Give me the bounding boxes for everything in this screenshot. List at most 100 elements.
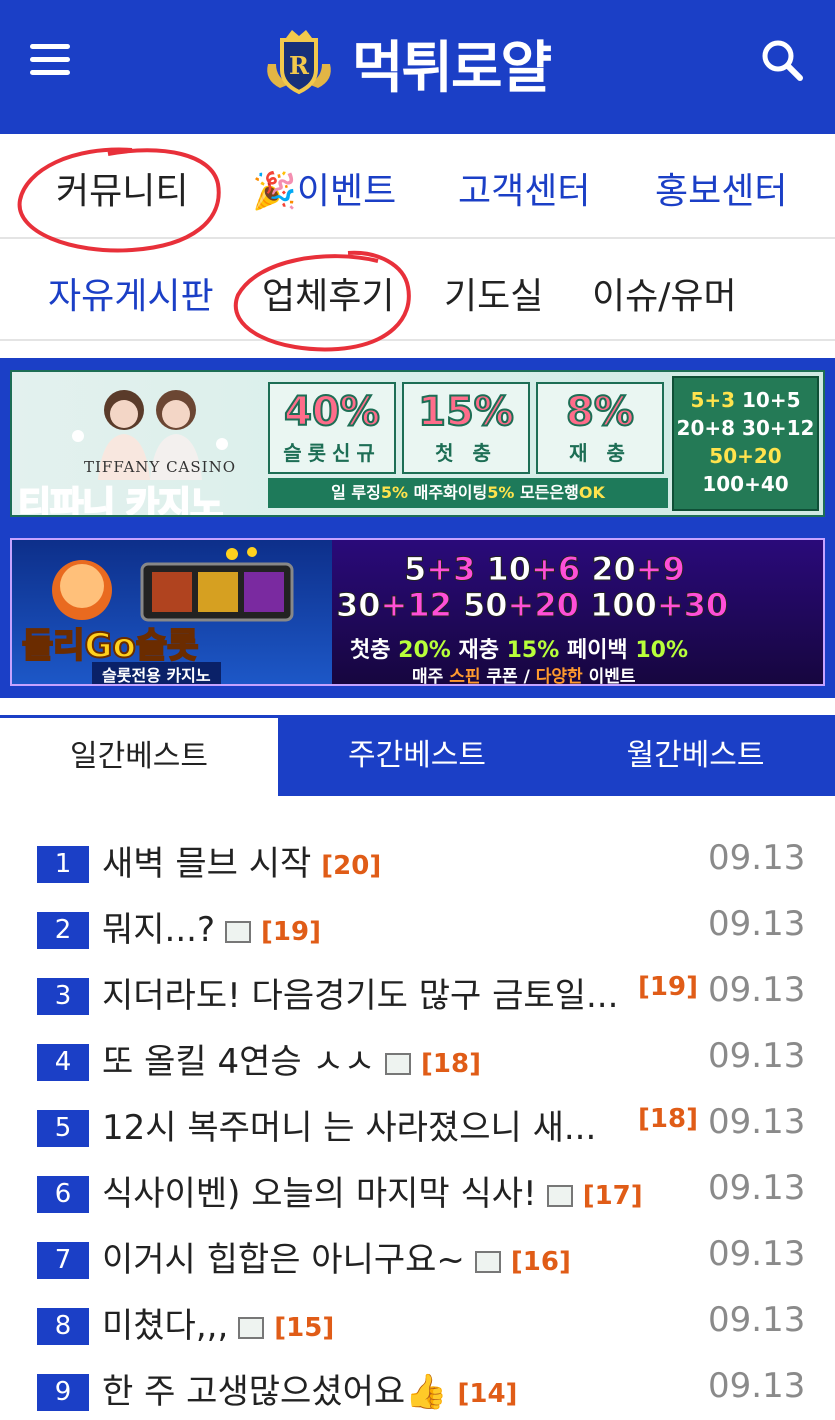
bonus-value: 20+9: [591, 550, 686, 589]
list-item[interactable]: 8 미쳤다,,, [15] 09.13: [0, 1288, 835, 1354]
post-date: 09.13: [708, 1300, 806, 1340]
post-date: 09.13: [708, 904, 806, 944]
bonus-extra: +9: [635, 550, 685, 589]
rank-badge: 6: [37, 1176, 89, 1213]
crown-shield-logo-icon: R: [267, 30, 331, 95]
post-title[interactable]: 미쳤다,,, [15]: [102, 1298, 334, 1347]
post-date: 09.13: [708, 1366, 806, 1406]
post-title[interactable]: 또 올킬 4연승 ㅅㅅ [18]: [102, 1034, 481, 1083]
nav-customer-center[interactable]: 고객센터: [458, 162, 590, 214]
post-title[interactable]: 12시 복주머니 는 사라졌으니 새...: [102, 1100, 596, 1149]
bonus-extra: +30: [656, 586, 729, 625]
event-text: 매주: [412, 667, 450, 686]
hamburger-menu-icon[interactable]: [30, 40, 72, 78]
comment-count: [19]: [261, 916, 321, 947]
tab-weekly-best[interactable]: 주간베스트: [278, 715, 556, 796]
dolligo-bonus-row: 5+3 10+6 20+9: [403, 550, 686, 589]
bonus-base: 30: [336, 586, 382, 625]
bonus-line: 20+8 30+12: [674, 414, 817, 442]
list-item[interactable]: 3 지더라도! 다음경기도 많구 금토일... [19] 09.13: [0, 958, 835, 1024]
primary-nav: 커뮤니티 🎉이벤트 고객센터 홍보센터: [0, 134, 835, 253]
post-title-text: 뭐지...?: [102, 910, 216, 950]
post-date: 09.13: [708, 1168, 806, 1208]
tiffany-casino-banner[interactable]: TIFFANY CASINO 티파니 카지노 40% 슬롯신규 15% 첫 충 …: [10, 370, 825, 517]
post-title-text: 새벽 믈브 시작: [102, 844, 312, 884]
tiffany-offer-box: 40% 슬롯신규: [268, 382, 396, 474]
post-date: 09.13: [708, 970, 806, 1010]
list-item[interactable]: 2 뭐지...? [19] 09.13: [0, 892, 835, 958]
list-item[interactable]: 4 또 올킬 4연승 ㅅㅅ [18] 09.13: [0, 1024, 835, 1090]
comment-count: [17]: [582, 1180, 643, 1211]
post-title-text: 이거시 힙합은 아니구요~: [102, 1240, 465, 1280]
bonus-extra: +12: [380, 586, 452, 625]
bonus-base: 10: [486, 550, 532, 589]
bonus-value: 5+3: [403, 550, 475, 589]
post-title[interactable]: 한 주 고생많으셨어요👍 [14]: [102, 1364, 517, 1413]
rank-badge: 4: [37, 1044, 89, 1081]
rank-badge: 2: [37, 912, 89, 949]
post-title[interactable]: 새벽 믈브 시작 [20]: [102, 836, 381, 885]
nav-prayer-room[interactable]: 기도실: [444, 267, 543, 319]
tiffany-offer-box: 15% 첫 충: [402, 382, 530, 474]
post-title-text: 한 주 고생많으셨어요👍: [102, 1372, 448, 1412]
comment-count: [16]: [510, 1246, 571, 1277]
list-item[interactable]: 6 식사이벤) 오늘의 마지막 식사! [17] 09.13: [0, 1156, 835, 1222]
dolligo-bonus-row: 30+12 50+20 100+30: [336, 586, 729, 625]
post-title[interactable]: 지더라도! 다음경기도 많구 금토일...: [102, 968, 618, 1017]
offer-percent: 8%: [565, 388, 635, 436]
event-text: 이벤트: [582, 667, 636, 686]
tab-monthly-best[interactable]: 월간베스트: [556, 715, 835, 796]
rate-value: 10%: [635, 638, 689, 663]
strip-text: 일 루징: [331, 483, 381, 502]
post-title-text: 또 올킬 4연승 ㅅㅅ: [102, 1042, 376, 1082]
strip-text: 모든은행: [514, 483, 579, 502]
bonus-base: 5: [403, 550, 427, 589]
rate-text: 페이백: [559, 638, 636, 663]
dolligo-slot-banner[interactable]: 돌리Go슬롯 슬롯전용 카지노 5+3 10+6 20+9 30+12 50+2…: [10, 538, 825, 686]
bonus-value: 5+3: [690, 388, 736, 412]
post-title[interactable]: 식사이벤) 오늘의 마지막 식사! [17]: [102, 1166, 643, 1215]
image-attachment-icon: [385, 1052, 412, 1075]
nav-free-board[interactable]: 자유게시판: [48, 267, 214, 319]
tiffany-name: 티파니 카지노: [17, 484, 224, 517]
bonus-value: 10+5: [742, 388, 801, 412]
post-title[interactable]: 이거시 힙합은 아니구요~ [16]: [102, 1232, 571, 1281]
nav-event[interactable]: 🎉이벤트: [252, 162, 396, 214]
image-attachment-icon: [546, 1184, 573, 1207]
rate-value: 15%: [506, 638, 560, 663]
tiffany-offer-box: 8% 재 충: [536, 382, 664, 474]
list-item[interactable]: 5 12시 복주머니 는 사라졌으니 새... [18] 09.13: [0, 1090, 835, 1156]
dolligo-subtitle: 슬롯전용 카지노: [92, 662, 221, 684]
secondary-nav: 자유게시판 업체후기 기도실 이슈/유머: [0, 239, 835, 352]
comment-count: [18]: [638, 1104, 698, 1134]
rate-text: 첫충: [350, 638, 399, 663]
list-item[interactable]: 1 새벽 믈브 시작 [20] 09.13: [0, 826, 835, 892]
bonus-base: 100: [590, 586, 658, 625]
event-text: 쿠폰 /: [480, 667, 536, 686]
bonus-extra: +6: [531, 550, 581, 589]
image-attachment-icon: [474, 1250, 501, 1273]
best-tabs: 일간베스트 주간베스트 월간베스트: [0, 715, 835, 796]
comment-count: [18]: [421, 1048, 481, 1079]
dolligo-right-panel: 5+3 10+6 20+9 30+12 50+20 100+30 첫충 20% …: [332, 540, 823, 686]
post-title[interactable]: 뭐지...? [19]: [102, 902, 321, 951]
logo-letter: R: [289, 51, 310, 80]
offer-label: 재 충: [569, 441, 631, 465]
nav-issue-humor[interactable]: 이슈/유머: [592, 267, 737, 319]
post-date: 09.13: [708, 1036, 806, 1076]
tab-daily-best[interactable]: 일간베스트: [0, 715, 278, 796]
strip-text: 매주화이팅: [408, 483, 488, 502]
site-logo[interactable]: R 먹튀로얄: [262, 28, 552, 101]
search-icon[interactable]: [760, 38, 804, 82]
nav-community[interactable]: 커뮤니티: [56, 162, 188, 214]
logo-text: 먹튀로얄: [352, 35, 552, 101]
list-item[interactable]: 7 이거시 힙합은 아니구요~ [16] 09.13: [0, 1222, 835, 1288]
list-item[interactable]: 9 한 주 고생많으셨어요👍 [14] 09.13: [0, 1354, 835, 1420]
tiffany-promo-strip: 일 루징5% 매주화이팅5% 모든은행OK: [268, 478, 668, 508]
post-title-text: 지더라도! 다음경기도 많구 금토일...: [102, 976, 619, 1016]
bonus-value: 50+20: [463, 586, 580, 625]
nav-company-review[interactable]: 업체후기: [262, 267, 394, 319]
bonus-extra: +20: [507, 586, 579, 625]
nav-promo-center[interactable]: 홍보센터: [655, 162, 787, 214]
rate-text: 재충: [450, 638, 507, 663]
